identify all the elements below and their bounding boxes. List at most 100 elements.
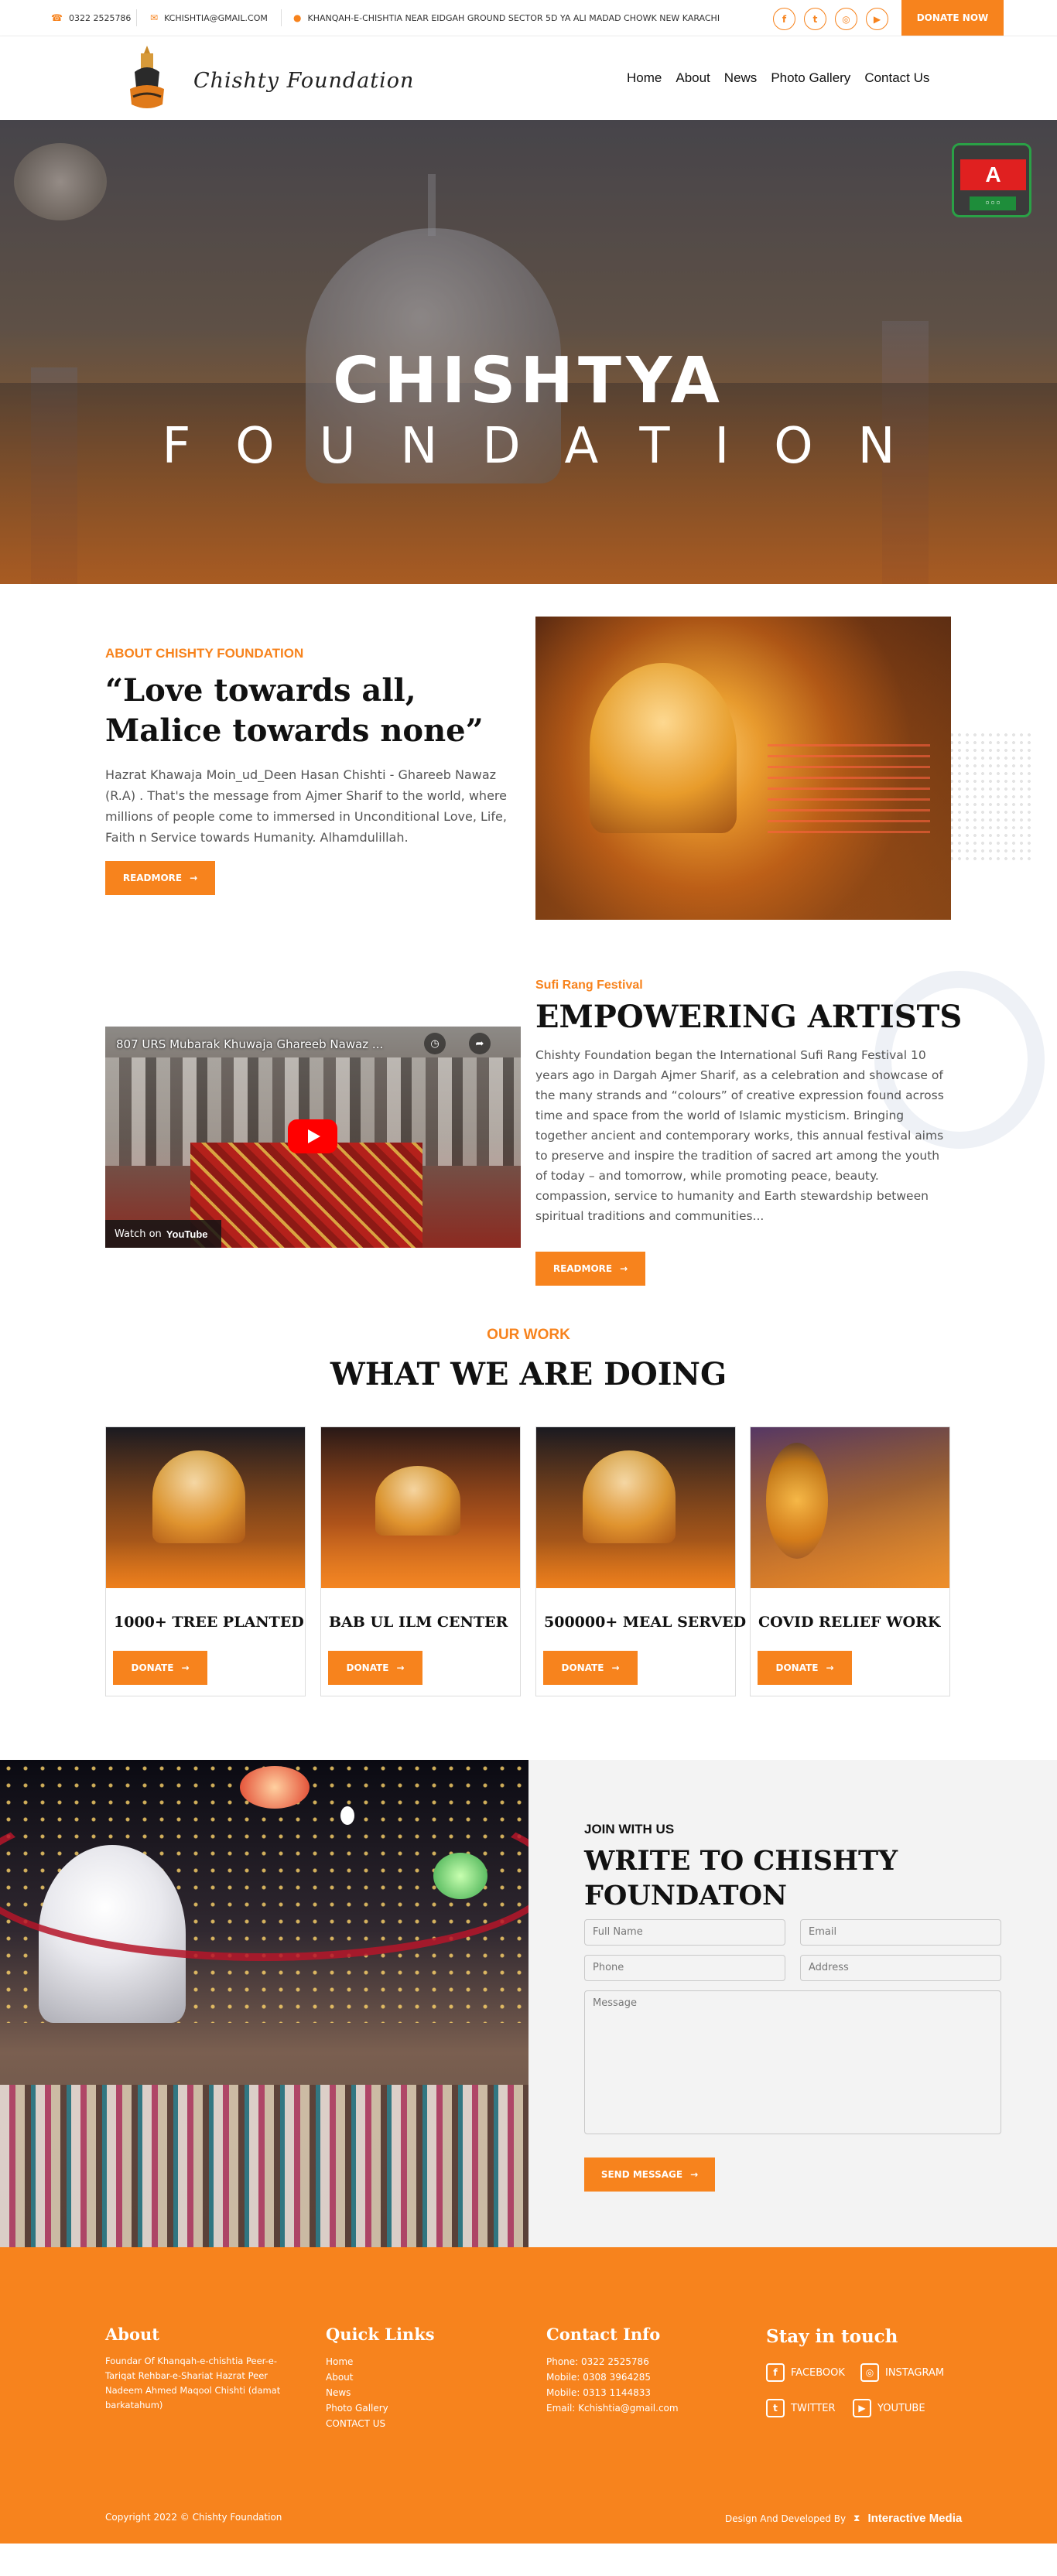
- play-button[interactable]: [288, 1119, 337, 1153]
- footer-link-contact-us[interactable]: CONTACT US: [326, 2416, 388, 2431]
- nav-about[interactable]: About: [676, 70, 710, 86]
- logo-emblem[interactable]: [124, 43, 170, 115]
- work-card-image: [751, 1427, 949, 1588]
- youtube-icon[interactable]: ▶: [866, 8, 888, 30]
- share-icon[interactable]: ➦: [469, 1033, 491, 1054]
- footer-stay-title: Stay in touch: [766, 2326, 898, 2347]
- work-card-title: BAB UL ILM CENTER: [329, 1614, 508, 1631]
- arrow-right-icon: →: [611, 1662, 620, 1673]
- footer-link-photo-gallery[interactable]: Photo Gallery: [326, 2400, 388, 2416]
- twitter-label: TWITTER: [791, 2402, 836, 2414]
- donate-button[interactable]: DONATE →: [758, 1651, 852, 1685]
- footer-link-news[interactable]: News: [326, 2385, 388, 2400]
- work-card: BAB UL ILM CENTER DONATE →: [320, 1426, 521, 1696]
- work-card-image: [536, 1427, 735, 1588]
- work-kicker: OUR WORK: [487, 1327, 570, 1343]
- about-readmore-button[interactable]: READMORE →: [105, 861, 215, 895]
- nav-photo-gallery[interactable]: Photo Gallery: [771, 70, 850, 86]
- nav-news[interactable]: News: [724, 70, 758, 86]
- send-message-label: SEND MESSAGE: [600, 2169, 683, 2180]
- footer-twitter-link[interactable]: t TWITTER: [766, 2399, 836, 2417]
- contact-section: JOIN WITH US WRITE TO CHISHTY FOUNDATON …: [0, 1760, 1057, 2247]
- clock-icon[interactable]: ◷: [424, 1033, 446, 1054]
- footer-contact-info: Phone: 0322 2525786 Mobile: 0308 3964285…: [546, 2354, 679, 2416]
- arrow-right-icon: →: [620, 1263, 628, 1274]
- readmore-label: READMORE: [552, 1263, 613, 1274]
- copyright-text: Copyright 2022 © Chishty Foundation: [105, 2512, 282, 2523]
- youtube-label: YOUTUBE: [877, 2402, 925, 2414]
- email-link[interactable]: KCHISHTIA@GMAIL.COM: [164, 13, 268, 23]
- arrow-right-icon: →: [190, 873, 198, 883]
- work-card: COVID RELIEF WORK DONATE →: [750, 1426, 950, 1696]
- arrow-right-icon: →: [690, 2169, 699, 2180]
- hero-watermark-logo: [14, 143, 107, 220]
- about-kicker: ABOUT CHISHTY FOUNDATION: [105, 646, 304, 661]
- full-name-field[interactable]: Full Name: [584, 1919, 785, 1946]
- sufi-heading: EMPOWERING ARTISTS: [535, 999, 963, 1035]
- mail-icon: ✉: [150, 12, 159, 23]
- email-info[interactable]: ✉ KCHISHTIA@GMAIL.COM: [150, 12, 268, 23]
- our-work-section: OUR WORK WHAT WE ARE DOING 1000+ TREE PL…: [0, 1311, 1057, 1760]
- arrow-right-icon: →: [181, 1662, 190, 1673]
- message-field[interactable]: Message: [584, 1990, 1001, 2134]
- address-text: KHANQAH-E-CHISHTIA NEAR EIDGAH GROUND SE…: [307, 12, 720, 23]
- instagram-icon[interactable]: ◎: [835, 8, 857, 30]
- arrow-right-icon: →: [396, 1662, 405, 1673]
- twitter-icon: t: [766, 2399, 785, 2417]
- youtube-icon: ▶: [853, 2399, 871, 2417]
- work-card: 1000+ TREE PLANTED DONATE →: [105, 1426, 306, 1696]
- donate-button[interactable]: DONATE →: [328, 1651, 422, 1685]
- phone-field[interactable]: Phone: [584, 1955, 785, 1981]
- footer-contact-title: Contact Info: [546, 2325, 661, 2344]
- main-nav: Home About News Photo Gallery Contact Us: [627, 70, 943, 86]
- site-footer: About Foundar Of Khanqah-e-chishtia Peer…: [0, 2247, 1057, 2544]
- video-title[interactable]: 807 URS Mubarak Khuwaja Ghareeb Nawaz ..…: [116, 1037, 383, 1051]
- footer-link-home[interactable]: Home: [326, 2354, 388, 2369]
- donate-button[interactable]: DONATE →: [113, 1651, 207, 1685]
- footer-email[interactable]: Email: Kchishtia@gmail.com: [546, 2400, 679, 2416]
- email-field[interactable]: Email: [800, 1919, 1001, 1946]
- top-bar: ☎ 0322 2525786 ✉ KCHISHTIA@GMAIL.COM ● KHAN…: [0, 0, 1057, 36]
- youtube-video-embed[interactable]: 807 URS Mubarak Khuwaja Ghareeb Nawaz ..…: [105, 1027, 521, 1248]
- hero-banner: A ◦◦◦ CHISHTYA FOUNDATION: [0, 120, 1057, 584]
- twitter-icon[interactable]: t: [804, 8, 826, 30]
- headset-icon: ☎: [51, 12, 63, 23]
- logo-text[interactable]: Chishty Foundation: [193, 69, 414, 93]
- developed-by-label: Design And Developed By: [725, 2513, 847, 2524]
- work-card-title: 1000+ TREE PLANTED: [114, 1614, 304, 1631]
- footer-facebook-link[interactable]: f FACEBOOK: [766, 2363, 845, 2382]
- contact-heading: WRITE TO CHISHTY FOUNDATON: [584, 1845, 898, 1912]
- work-card-title: 500000+ MEAL SERVED: [544, 1614, 747, 1631]
- about-section: ABOUT CHISHTY FOUNDATION “Love towards a…: [0, 584, 1057, 948]
- send-message-button[interactable]: SEND MESSAGE →: [584, 2157, 715, 2192]
- facebook-icon[interactable]: f: [773, 8, 795, 30]
- dot-pattern-decoration: [948, 731, 1033, 863]
- instagram-label: INSTAGRAM: [885, 2366, 945, 2379]
- arrow-right-icon: →: [826, 1662, 834, 1673]
- phone-text: 0322 2525786: [68, 12, 132, 23]
- donate-label: DONATE: [561, 1662, 604, 1673]
- watch-on-youtube-button[interactable]: Watch on YouTube: [105, 1220, 221, 1248]
- footer-mobile-1: Mobile: 0308 3964285: [546, 2372, 652, 2383]
- donate-button[interactable]: DONATE →: [543, 1651, 638, 1685]
- work-card-image: [321, 1427, 520, 1588]
- phone-info: ☎ 0322 2525786: [51, 12, 131, 23]
- nav-home[interactable]: Home: [627, 70, 662, 86]
- contact-kicker: JOIN WITH US: [584, 1822, 675, 1836]
- address-field[interactable]: Address: [800, 1955, 1001, 1981]
- footer-link-about[interactable]: About: [326, 2369, 388, 2385]
- youtube-logo-text: YouTube: [166, 1228, 208, 1240]
- sufi-readmore-button[interactable]: READMORE →: [535, 1252, 645, 1286]
- footer-instagram-link[interactable]: ◎ INSTAGRAM: [860, 2363, 944, 2382]
- work-card-title: COVID RELIEF WORK: [758, 1614, 941, 1631]
- instagram-icon: ◎: [860, 2363, 879, 2382]
- donate-now-button[interactable]: DONATE NOW: [901, 0, 1004, 36]
- sufi-text: Chishty Foundation began the Internation…: [535, 1048, 944, 1223]
- nav-contact-us[interactable]: Contact Us: [864, 70, 929, 86]
- work-card-image: [106, 1427, 305, 1588]
- map-pin-icon: ●: [293, 12, 302, 23]
- developer-name[interactable]: Interactive Media: [867, 2512, 962, 2525]
- footer-youtube-link[interactable]: ▶ YOUTUBE: [853, 2399, 925, 2417]
- work-card: 500000+ MEAL SERVED DONATE →: [535, 1426, 746, 1696]
- donate-label: DONATE: [775, 1662, 819, 1673]
